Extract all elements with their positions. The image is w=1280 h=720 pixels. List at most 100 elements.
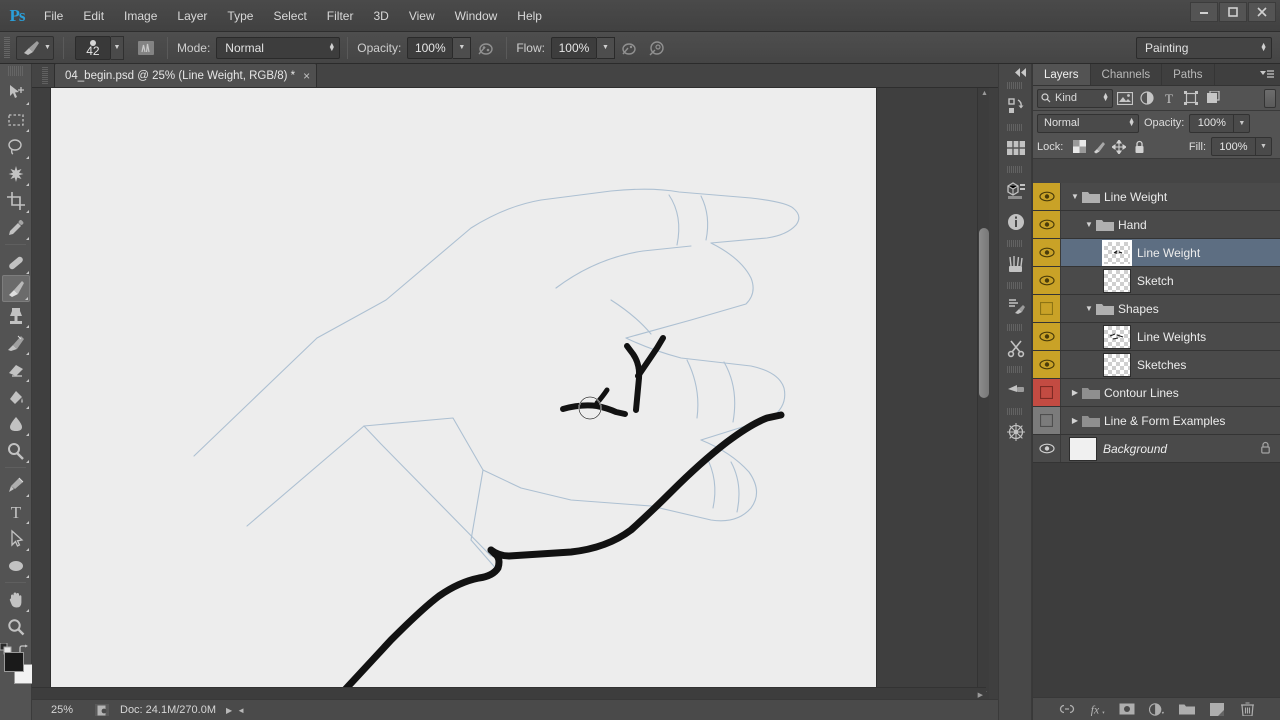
layer-thumbnail[interactable] bbox=[1103, 324, 1131, 349]
tab-channels[interactable]: Channels bbox=[1091, 64, 1163, 85]
layer-fill-control[interactable]: 100% ▼ bbox=[1211, 137, 1272, 156]
lasso-tool-flyout-icon[interactable] bbox=[25, 156, 29, 159]
expand-panels-button[interactable] bbox=[999, 64, 1031, 80]
table-row[interactable]: ▶ Line & Form Examples bbox=[1033, 407, 1280, 435]
new-group-icon[interactable] bbox=[1179, 701, 1195, 717]
pen-tool-flyout-icon[interactable] bbox=[25, 494, 29, 497]
group-disclosure-icon[interactable]: ▶ bbox=[1069, 388, 1081, 397]
dodge-tool[interactable] bbox=[2, 437, 30, 464]
dock-grip-4[interactable] bbox=[1007, 240, 1023, 247]
group-disclosure-icon[interactable]: ▶ bbox=[1069, 416, 1081, 425]
dock-grip-5[interactable] bbox=[1007, 282, 1023, 289]
smartobject-filter-icon[interactable] bbox=[1202, 88, 1223, 108]
move-tool[interactable] bbox=[2, 79, 30, 106]
layer-filter-stepper-icon[interactable]: ▲ ▼ bbox=[1102, 92, 1109, 103]
layer-opacity-value[interactable]: 100% bbox=[1189, 113, 1235, 133]
pixel-filter-icon[interactable] bbox=[1114, 88, 1135, 108]
layer-opacity-caret-icon[interactable]: ▼ bbox=[1234, 113, 1251, 133]
blur-tool[interactable] bbox=[2, 410, 30, 437]
menu-select[interactable]: Select bbox=[263, 5, 316, 27]
menu-help[interactable]: Help bbox=[507, 5, 552, 27]
layer-blend-mode-stepper-icon[interactable]: ▲ ▼ bbox=[1128, 117, 1135, 128]
menu-3d[interactable]: 3D bbox=[363, 5, 398, 27]
layer-thumbnail[interactable] bbox=[1102, 239, 1132, 266]
link-layers-icon[interactable] bbox=[1059, 701, 1075, 717]
table-row[interactable]: Sketches bbox=[1033, 351, 1280, 379]
lasso-tool[interactable] bbox=[2, 133, 30, 160]
eyedropper-flyout-icon[interactable] bbox=[25, 237, 29, 240]
brush-tool[interactable] bbox=[1, 275, 30, 302]
move-tool-flyout-icon[interactable] bbox=[25, 102, 29, 105]
menu-edit[interactable]: Edit bbox=[73, 5, 114, 27]
tablet-pressure-opacity-icon[interactable] bbox=[473, 36, 497, 60]
flow-control[interactable]: 100% ▼ bbox=[550, 36, 615, 59]
table-row[interactable]: ▶ Contour Lines bbox=[1033, 379, 1280, 407]
hand-tool-flyout-icon[interactable] bbox=[25, 609, 29, 612]
flow-value[interactable]: 100% bbox=[550, 36, 597, 59]
table-row[interactable]: ▼ Line Weight bbox=[1033, 183, 1280, 211]
document-proxy-icon[interactable] bbox=[94, 703, 110, 717]
lock-all-icon[interactable] bbox=[1132, 140, 1146, 154]
table-row[interactable]: ▼ Shapes bbox=[1033, 295, 1280, 323]
document-tab[interactable]: 04_begin.psd @ 25% (Line Weight, RGB/8) … bbox=[54, 63, 318, 87]
group-disclosure-icon[interactable]: ▼ bbox=[1083, 220, 1095, 229]
dock-grip-7[interactable] bbox=[1007, 366, 1023, 373]
airbrush-icon[interactable] bbox=[617, 36, 641, 60]
document-tab-grip[interactable] bbox=[42, 66, 48, 85]
dock-grip-2[interactable] bbox=[1007, 124, 1023, 131]
healing-brush-tool[interactable] bbox=[2, 248, 30, 275]
canvas[interactable]: 人人素材 WWW.RR-SC.COM bbox=[51, 88, 876, 699]
new-layer-icon[interactable] bbox=[1209, 701, 1225, 717]
eyedropper-tool[interactable] bbox=[2, 214, 30, 241]
gradient-tool[interactable] bbox=[2, 383, 30, 410]
tab-paths[interactable]: Paths bbox=[1162, 64, 1215, 85]
layer-fill-value[interactable]: 100% bbox=[1211, 137, 1256, 156]
workspace-switcher[interactable]: Painting ▲ ▼ bbox=[1136, 36, 1272, 59]
history-brush-flyout-icon[interactable] bbox=[25, 352, 29, 355]
layer-thumbnail[interactable] bbox=[1103, 268, 1131, 293]
canvas-vertical-scroll-thumb[interactable] bbox=[979, 228, 989, 398]
opacity-value[interactable]: 100% bbox=[407, 36, 454, 59]
zoom-level[interactable]: 25% bbox=[40, 704, 84, 716]
brush-panel-toggle-icon[interactable] bbox=[134, 36, 158, 60]
layer-thumbnail[interactable] bbox=[1103, 352, 1131, 377]
path-selection-flyout-icon[interactable] bbox=[25, 548, 29, 551]
magic-wand-tool[interactable] bbox=[2, 160, 30, 187]
eraser-tool[interactable] bbox=[2, 356, 30, 383]
brush-tool-flyout-icon[interactable] bbox=[24, 297, 28, 300]
tool-preset-caret-icon[interactable]: ▼ bbox=[44, 44, 51, 51]
table-row[interactable]: Line Weight bbox=[1033, 239, 1280, 267]
group-disclosure-icon[interactable]: ▼ bbox=[1069, 192, 1081, 201]
menu-view[interactable]: View bbox=[399, 5, 445, 27]
clone-stamp-flyout-icon[interactable] bbox=[25, 325, 29, 328]
brush-size-field[interactable]: 42 bbox=[74, 35, 111, 60]
menu-file[interactable]: File bbox=[34, 5, 73, 27]
layer-mask-icon[interactable] bbox=[1119, 701, 1135, 717]
menu-type[interactable]: Type bbox=[217, 5, 263, 27]
table-row[interactable]: Background bbox=[1033, 435, 1280, 463]
3d-icon[interactable] bbox=[999, 174, 1033, 206]
menu-layer[interactable]: Layer bbox=[167, 5, 217, 27]
lock-transparency-icon[interactable] bbox=[1072, 140, 1086, 154]
adjustment-filter-icon[interactable] bbox=[1136, 88, 1157, 108]
lock-position-icon[interactable] bbox=[1112, 139, 1127, 154]
layer-visibility-toggle[interactable] bbox=[1033, 183, 1061, 210]
layer-visibility-toggle[interactable] bbox=[1033, 323, 1061, 350]
scroll-up-arrow-icon[interactable]: ▲ bbox=[981, 90, 988, 97]
type-tool[interactable]: T bbox=[2, 498, 30, 525]
dock-grip-6[interactable] bbox=[1007, 324, 1023, 331]
dodge-tool-flyout-icon[interactable] bbox=[25, 460, 29, 463]
layer-visibility-toggle[interactable] bbox=[1033, 407, 1061, 434]
dock-grip-3[interactable] bbox=[1007, 166, 1023, 173]
navigator-icon[interactable] bbox=[999, 416, 1033, 448]
layer-visibility-toggle[interactable] bbox=[1033, 379, 1061, 406]
options-bar-grip[interactable] bbox=[4, 36, 10, 59]
table-row[interactable]: ▼ Hand bbox=[1033, 211, 1280, 239]
layer-opacity-control[interactable]: 100% ▼ bbox=[1189, 113, 1251, 133]
layer-filter-kind-select[interactable]: Kind ▲ ▼ bbox=[1037, 88, 1113, 108]
blend-mode-select[interactable]: Normal ▲ ▼ bbox=[216, 36, 341, 59]
dock-grip-8[interactable] bbox=[1007, 408, 1023, 415]
history-brush-tool[interactable] bbox=[2, 329, 30, 356]
layer-visibility-toggle[interactable] bbox=[1033, 211, 1061, 238]
scissors-icon[interactable] bbox=[999, 332, 1033, 364]
